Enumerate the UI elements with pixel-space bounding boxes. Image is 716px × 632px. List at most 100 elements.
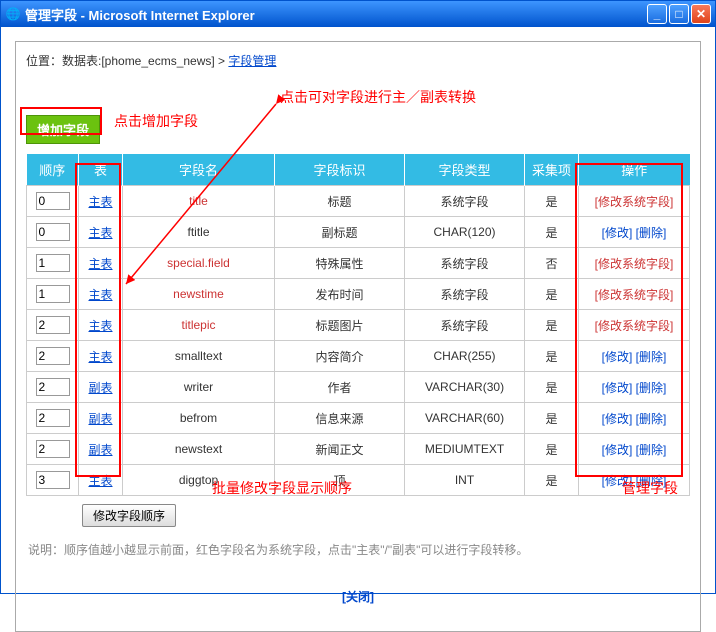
table-row: 主表title标题系统字段是[修改系统字段] [27,186,690,217]
table-row: 副表writer作者VARCHAR(30)是[修改] [删除] [27,372,690,403]
field-type: VARCHAR(60) [405,403,525,434]
field-collect: 是 [525,403,579,434]
table-switch-link[interactable]: 主表 [88,195,112,209]
table-row: 主表 smalltext 内容简介CHAR(255)是 [修改] [删除] [27,341,690,372]
close-link[interactable]: [关闭] [342,590,374,604]
field-ident: 顶 [275,465,405,496]
content-area: 位置：数据表:[phome_ecms_news] > 字段管理 增加字段 顺序 … [1,27,715,593]
field-ident: 副标题 [275,217,405,248]
table-switch-link[interactable]: 副表 [88,443,112,457]
inner-panel: 位置：数据表:[phome_ecms_news] > 字段管理 增加字段 顺序 … [15,41,701,632]
order-input[interactable] [36,347,70,365]
modify-sys-link[interactable]: [修改系统字段] [595,257,674,271]
field-ident: 标题图片 [275,310,405,341]
app-icon: 🌐 [5,6,21,22]
table-row: 副表newstext新闻正文MEDIUMTEXT是[修改] [删除] [27,434,690,465]
delete-link[interactable]: [删除] [636,443,667,457]
field-collect: 是 [525,217,579,248]
delete-link[interactable]: [删除] [636,226,667,240]
window: 🌐 管理字段 - Microsoft Internet Explorer _ □… [0,0,716,594]
modify-link[interactable]: [修改] [602,474,633,488]
order-input[interactable] [36,440,70,458]
table-row: 主表newstime发布时间系统字段是[修改系统字段] [27,279,690,310]
order-input[interactable] [36,378,70,396]
field-name: diggtop [179,473,218,487]
field-collect: 是 [525,186,579,217]
field-type: MEDIUMTEXT [405,434,525,465]
field-op: [修改系统字段] [579,248,690,279]
modify-sys-link[interactable]: [修改系统字段] [595,288,674,302]
modify-link[interactable]: [修改] [602,412,633,426]
footer-row: 修改字段顺序 [26,498,690,533]
field-ident: 新闻正文 [275,434,405,465]
order-input[interactable] [36,471,70,489]
field-collect: 是 [525,434,579,465]
col-op: 操作 [579,154,690,186]
field-op: [修改] [删除] [579,465,690,496]
table-header-row: 顺序 表 字段名 字段标识 字段类型 采集项 操作 [27,154,690,186]
minimize-button[interactable]: _ [647,4,667,24]
modify-order-button[interactable]: 修改字段顺序 [82,504,176,527]
field-ident: 内容简介 [275,341,405,372]
field-type: CHAR(120) [405,217,525,248]
window-title: 管理字段 - Microsoft Internet Explorer [25,5,647,24]
order-input[interactable] [36,409,70,427]
table-switch-link[interactable]: 副表 [88,381,112,395]
delete-link[interactable]: [删除] [636,474,667,488]
col-table: 表 [79,154,123,186]
field-op: [修改] [删除] [579,434,690,465]
table-switch-link[interactable]: 主表 [88,257,112,271]
breadcrumb-prefix: 位置：数据表:[phome_ecms_news] > [26,54,228,68]
delete-link[interactable]: [删除] [636,412,667,426]
field-op: [修改] [删除] [579,217,690,248]
modify-link[interactable]: [修改] [602,443,633,457]
field-name: title [189,194,208,208]
field-ident: 标题 [275,186,405,217]
maximize-button[interactable]: □ [669,4,689,24]
add-field-button[interactable]: 增加字段 [26,115,100,144]
field-type: CHAR(255) [405,341,525,372]
modify-link[interactable]: [修改] [602,381,633,395]
field-type: 系统字段 [405,248,525,279]
modify-link[interactable]: [修改] [602,350,633,364]
table-row: 副表befrom信息来源VARCHAR(60)是[修改] [删除] [27,403,690,434]
field-name: titlepic [181,318,215,332]
table-switch-link[interactable]: 主表 [88,288,112,302]
table-switch-link[interactable]: 副表 [88,412,112,426]
field-ident: 发布时间 [275,279,405,310]
field-collect: 是 [525,341,579,372]
field-name: writer [184,380,213,394]
order-input[interactable] [36,285,70,303]
table-switch-link[interactable]: 主表 [88,319,112,333]
modify-sys-link[interactable]: [修改系统字段] [595,195,674,209]
field-name: newstime [173,287,224,301]
modify-link[interactable]: [修改] [602,226,633,240]
table-switch-link[interactable]: 主表 [88,474,112,488]
order-input[interactable] [36,316,70,334]
breadcrumb: 位置：数据表:[phome_ecms_news] > 字段管理 [26,48,690,79]
field-name: special.field [167,256,230,270]
field-ident: 特殊属性 [275,248,405,279]
col-ident: 字段标识 [275,154,405,186]
order-input[interactable] [36,254,70,272]
field-ident: 作者 [275,372,405,403]
breadcrumb-current[interactable]: 字段管理 [228,54,276,68]
table-row: 主表special.field特殊属性系统字段否[修改系统字段] [27,248,690,279]
order-input[interactable] [36,223,70,241]
field-op: [修改系统字段] [579,279,690,310]
delete-link[interactable]: [删除] [636,350,667,364]
close-button[interactable]: ✕ [691,4,711,24]
delete-link[interactable]: [删除] [636,381,667,395]
col-order: 顺序 [27,154,79,186]
field-name: ftitle [187,225,209,239]
table-switch-link[interactable]: 主表 [88,350,112,364]
order-input[interactable] [36,192,70,210]
field-collect: 是 [525,310,579,341]
table-switch-link[interactable]: 主表 [88,226,112,240]
window-controls: _ □ ✕ [647,4,711,24]
field-ident: 信息来源 [275,403,405,434]
field-name: smalltext [175,349,222,363]
field-type: VARCHAR(30) [405,372,525,403]
field-op: [修改系统字段] [579,186,690,217]
modify-sys-link[interactable]: [修改系统字段] [595,319,674,333]
